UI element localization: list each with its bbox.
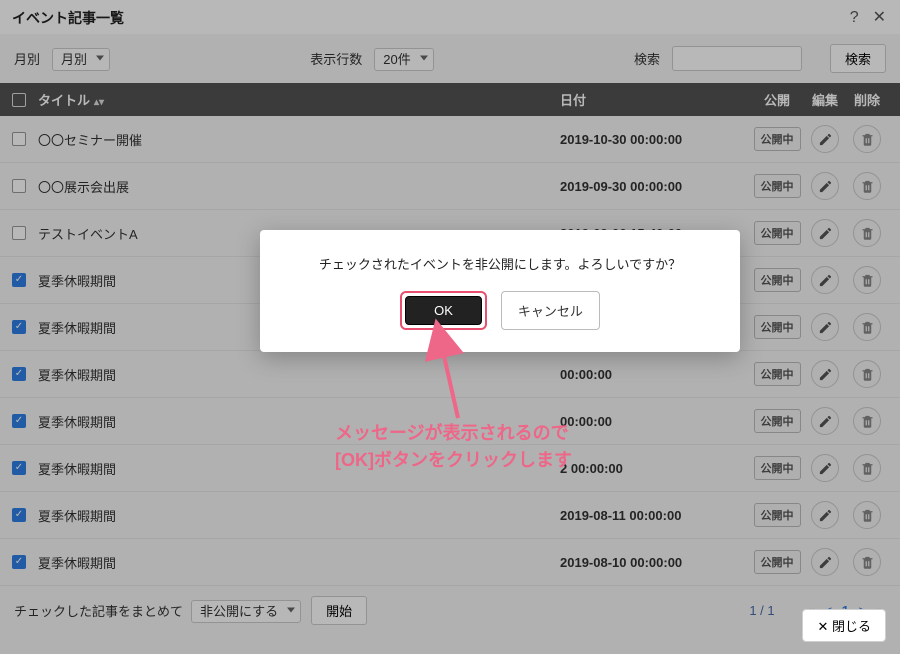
dialog-message: チェックされたイベントを非公開にします。よろしいですか？ bbox=[280, 254, 720, 273]
confirm-dialog: チェックされたイベントを非公開にします。よろしいですか？ OK キャンセル bbox=[260, 230, 740, 352]
cancel-button[interactable]: キャンセル bbox=[501, 291, 600, 330]
close-button[interactable]: ✕ 閉じる bbox=[802, 609, 886, 642]
ok-button[interactable]: OK bbox=[405, 296, 482, 325]
close-x-icon: ✕ bbox=[817, 619, 832, 634]
annotation-text: メッセージが表示されるので [OK]ボタンをクリックします bbox=[335, 420, 572, 474]
ok-button-highlight: OK bbox=[400, 291, 487, 330]
annotation-arrow bbox=[430, 332, 470, 427]
window-close-footer: ✕ 閉じる bbox=[802, 609, 886, 642]
